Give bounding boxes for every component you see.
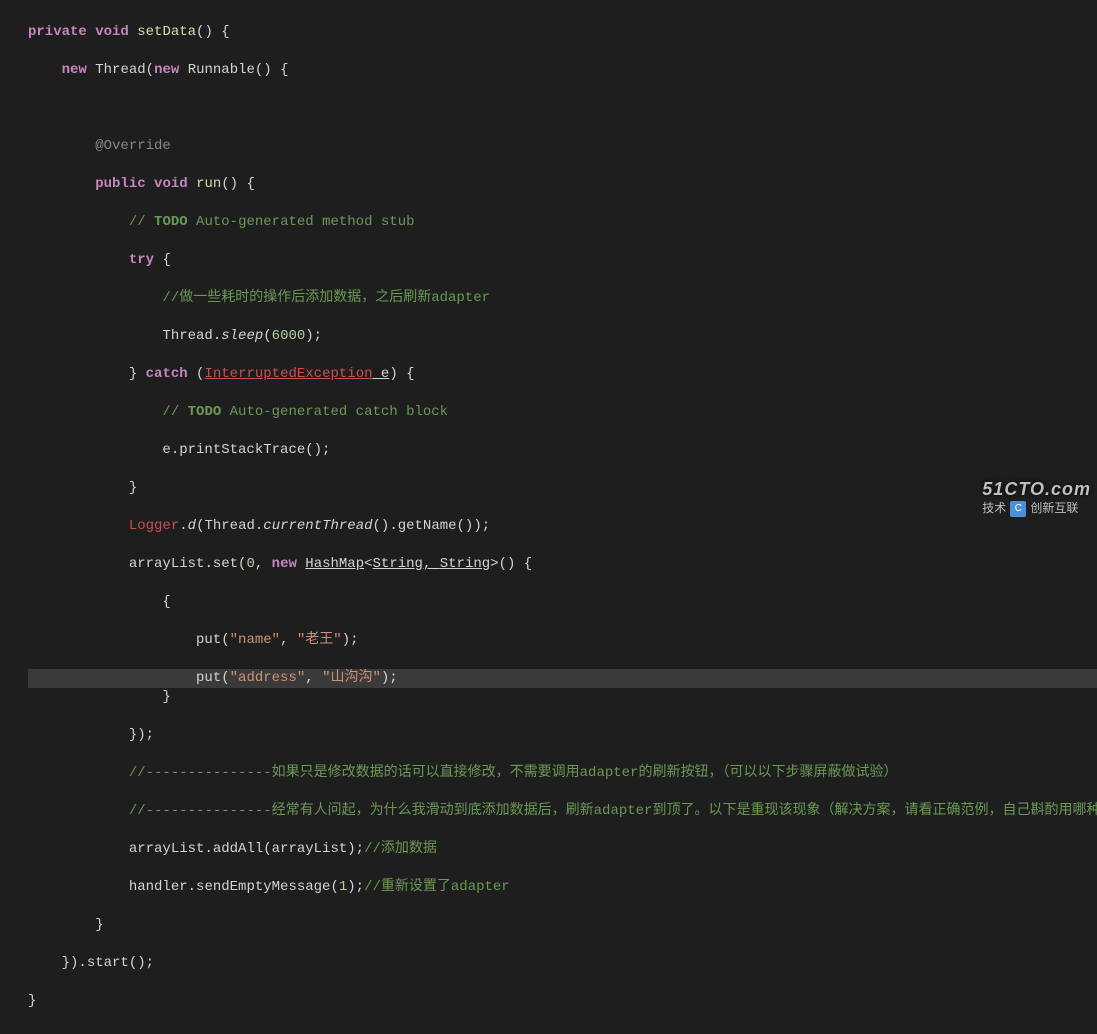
- code-line: e.printStackTrace();: [28, 441, 1097, 460]
- code-line: @Override: [28, 137, 1097, 156]
- code-line: arrayList.addAll(arrayList);//添加数据: [28, 840, 1097, 859]
- code-line: try {: [28, 251, 1097, 270]
- watermark-brand: 创新互联: [1030, 499, 1078, 518]
- code-line: }: [28, 688, 1097, 707]
- code-line: {: [28, 593, 1097, 612]
- code-line: Thread.sleep(6000);: [28, 327, 1097, 346]
- code-line: public void run() {: [28, 175, 1097, 194]
- code-line: // TODO Auto-generated method stub: [28, 213, 1097, 232]
- code-line: put("name", "老王");: [28, 631, 1097, 650]
- code-line: //做一些耗时的操作后添加数据，之后刷新adapter: [28, 289, 1097, 308]
- code-line: }).start();: [28, 954, 1097, 973]
- code-line: //---------------如果只是修改数据的话可以直接修改，不需要调用a…: [28, 764, 1097, 783]
- code-line: });: [28, 726, 1097, 745]
- code-line: } catch (InterruptedException e) {: [28, 365, 1097, 384]
- watermark-site: 51CTO.com: [982, 480, 1091, 499]
- code-editor: private void setData() { new Thread(new …: [0, 0, 1097, 1034]
- code-line: Logger.d(Thread.currentThread().getName(…: [28, 517, 1097, 536]
- code-line: private void setData() {: [28, 23, 1097, 42]
- code-line: handler.sendEmptyMessage(1);//重新设置了adapt…: [28, 878, 1097, 897]
- code-line: }: [28, 992, 1097, 1011]
- code-line: [28, 99, 1097, 118]
- code-line: new Thread(new Runnable() {: [28, 61, 1097, 80]
- code-line-highlighted: put("address", "山沟沟");: [28, 669, 1097, 688]
- code-line: }: [28, 479, 1097, 498]
- watermark: 51CTO.com 技术 C 创新互联: [982, 480, 1091, 518]
- code-line: // TODO Auto-generated catch block: [28, 403, 1097, 422]
- code-line: }: [28, 916, 1097, 935]
- watermark-bottom: 技术 C 创新互联: [982, 499, 1091, 518]
- watermark-logo-icon: C: [1010, 501, 1026, 517]
- code-line: arrayList.set(0, new HashMap<String, Str…: [28, 555, 1097, 574]
- code-line: //---------------经常有人问起，为什么我滑动到底添加数据后，刷新…: [28, 802, 1097, 821]
- watermark-label: 技术: [982, 499, 1006, 518]
